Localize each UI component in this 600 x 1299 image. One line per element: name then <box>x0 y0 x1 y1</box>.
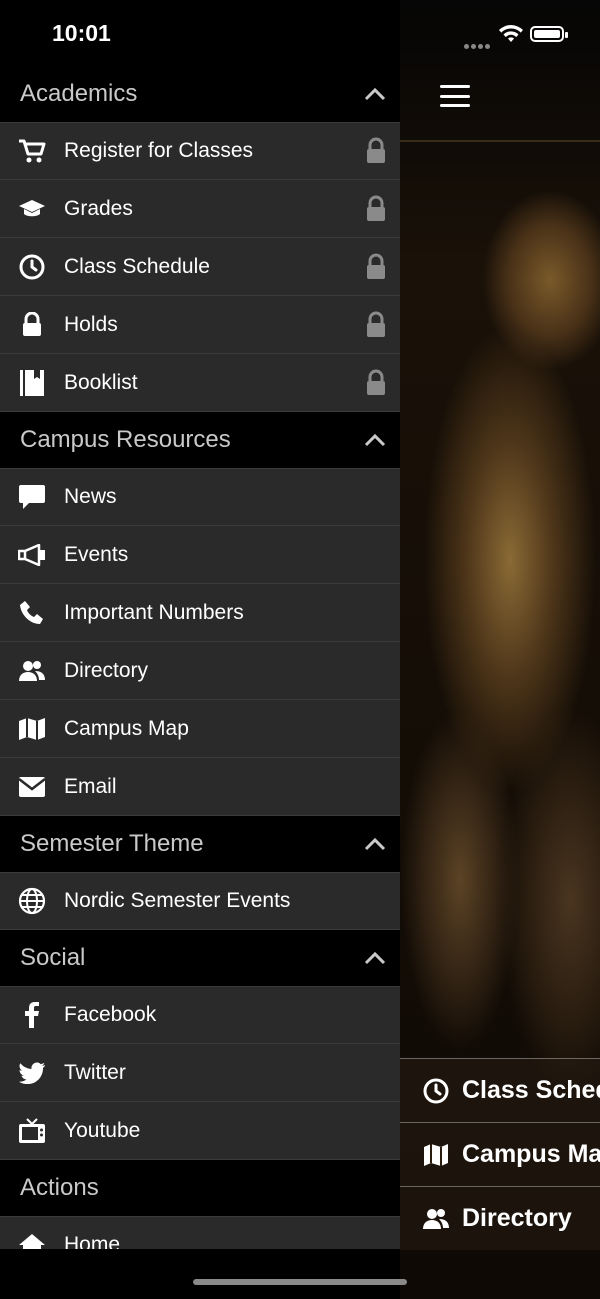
menu-item-label: Register for Classes <box>64 139 254 162</box>
map-icon <box>18 715 46 743</box>
signal-dots-icon <box>464 36 492 49</box>
section-title: Actions <box>20 1174 99 1201</box>
graduation-cap-icon <box>18 195 46 223</box>
bottom-safe-area <box>0 1249 400 1299</box>
twitter-icon <box>18 1059 46 1087</box>
section-header-social[interactable]: Social <box>0 930 400 986</box>
status-bar: 10:01 <box>0 0 600 66</box>
home-indicator[interactable] <box>193 1279 407 1285</box>
menu-item-twitter[interactable]: Twitter <box>0 1044 400 1102</box>
menu-item-events[interactable]: Events <box>0 526 400 584</box>
globe-icon <box>18 887 46 915</box>
facebook-icon <box>18 1001 46 1029</box>
menu-item-youtube[interactable]: Youtube <box>0 1102 400 1160</box>
status-time: 10:01 <box>52 20 111 46</box>
lock-icon <box>367 311 385 337</box>
home-icon <box>18 1231 46 1249</box>
envelope-icon <box>18 773 46 801</box>
menu-item-home[interactable]: Home <box>0 1216 400 1249</box>
battery-icon <box>530 26 568 42</box>
chevron-up-icon <box>364 87 386 101</box>
menu-item-label: Email <box>64 774 117 798</box>
section-title: Social <box>20 944 86 971</box>
menu-item-label: Directory <box>64 658 149 682</box>
cart-icon <box>18 137 46 165</box>
menu-item-label: Holds <box>64 312 118 336</box>
lock-icon <box>367 253 385 279</box>
menu-item-label: Youtube <box>64 1118 141 1142</box>
menu-item-label: News <box>64 485 117 508</box>
menu-item-label: Grades <box>64 196 133 220</box>
menu-item-holds[interactable]: Holds <box>0 296 400 354</box>
quick-link-label: Class Schedule <box>462 1076 600 1104</box>
quick-link-label: Campus Map <box>462 1140 600 1168</box>
section-title: Semester Theme <box>20 830 204 857</box>
lock-icon <box>18 311 46 339</box>
menu-item-label: Facebook <box>64 1003 157 1026</box>
section-header-academics[interactable]: Academics <box>0 66 400 122</box>
section-title: Academics <box>20 80 138 107</box>
chevron-up-icon <box>364 837 386 851</box>
quick-link-directory[interactable]: Directory <box>400 1186 600 1250</box>
menu-item-label: Campus Map <box>64 716 189 740</box>
tv-icon <box>18 1117 46 1145</box>
wifi-icon <box>499 25 523 42</box>
menu-item-news[interactable]: News <box>0 468 400 526</box>
quick-links: Class Schedule Campus Map Directory <box>400 1058 600 1250</box>
menu-item-label: Twitter <box>64 1060 126 1084</box>
menu-item-nordic-semester-events[interactable]: Nordic Semester Events <box>0 872 400 930</box>
menu-item-label: Events <box>64 542 129 566</box>
clock-icon <box>423 1078 449 1103</box>
section-title: Campus Resources <box>20 426 231 453</box>
clock-icon <box>18 253 46 281</box>
menu-item-facebook[interactable]: Facebook <box>0 986 400 1044</box>
menu-item-campus-map[interactable]: Campus Map <box>0 700 400 758</box>
menu-item-email[interactable]: Email <box>0 758 400 816</box>
menu-item-label: Class Schedule <box>64 254 210 278</box>
quick-link-label: Directory <box>462 1204 572 1232</box>
users-icon <box>423 1208 449 1229</box>
book-icon <box>18 369 46 397</box>
phone-icon <box>18 599 46 627</box>
menu-item-class-schedule[interactable]: Class Schedule <box>0 238 400 296</box>
section-header-campus-resources[interactable]: Campus Resources <box>0 412 400 468</box>
quick-link-class-schedule[interactable]: Class Schedule <box>400 1058 600 1122</box>
menu-item-label: Home <box>64 1233 121 1249</box>
megaphone-icon <box>18 541 46 569</box>
quick-link-campus-map[interactable]: Campus Map <box>400 1122 600 1186</box>
speech-bubble-icon <box>18 483 46 511</box>
chevron-up-icon <box>364 951 386 965</box>
section-header-semester-theme[interactable]: Semester Theme <box>0 816 400 872</box>
hamburger-menu-icon[interactable] <box>440 85 470 107</box>
menu-item-label: Important Numbers <box>64 600 244 624</box>
navigation-drawer: Academics Register for Classes Grades Cl… <box>0 66 400 1249</box>
users-icon <box>18 657 46 685</box>
lock-icon <box>367 137 385 163</box>
chevron-up-icon <box>364 433 386 447</box>
section-header-actions[interactable]: Actions <box>0 1160 400 1216</box>
menu-item-label: Booklist <box>64 370 138 394</box>
lock-icon <box>367 369 385 395</box>
map-icon <box>424 1143 448 1166</box>
menu-item-label: Nordic Semester Events <box>64 889 291 912</box>
menu-item-register-for-classes[interactable]: Register for Classes <box>0 122 400 180</box>
menu-item-important-numbers[interactable]: Important Numbers <box>0 584 400 642</box>
menu-item-directory[interactable]: Directory <box>0 642 400 700</box>
menu-item-grades[interactable]: Grades <box>0 180 400 238</box>
menu-item-booklist[interactable]: Booklist <box>0 354 400 412</box>
lock-icon <box>367 195 385 221</box>
